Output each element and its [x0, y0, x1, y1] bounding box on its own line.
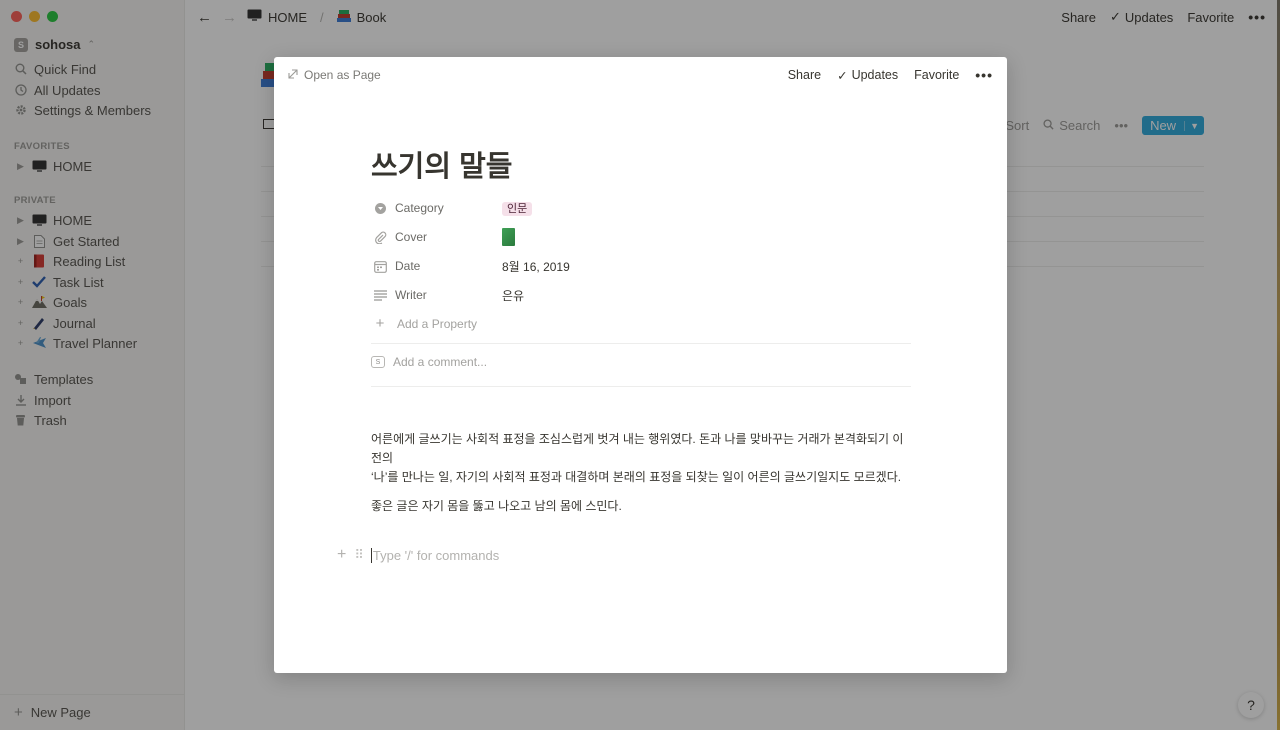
divider: [371, 386, 911, 387]
avatar-icon: S: [371, 356, 385, 368]
property-value[interactable]: 인문: [502, 200, 533, 216]
empty-block[interactable]: + ⠿ Type '/' for commands: [337, 546, 499, 564]
paragraph-line: 어른에게 글쓰기는 사회적 표정을 조심스럽게 벗겨 내는 행위였다. 돈과 나…: [371, 432, 904, 465]
divider: [371, 343, 911, 344]
favorite-button[interactable]: Favorite: [914, 68, 959, 82]
text-lines-icon: [371, 286, 389, 304]
modal-actions: Share ✓ Updates Favorite •••: [788, 57, 993, 93]
property-name: Writer: [395, 288, 427, 302]
add-comment-placeholder: Add a comment...: [393, 355, 488, 369]
command-placeholder[interactable]: Type '/' for commands: [370, 547, 500, 563]
property-value[interactable]: [502, 228, 515, 246]
more-options-icon[interactable]: •••: [975, 67, 993, 83]
property-name: Date: [395, 259, 421, 273]
paragraph-block[interactable]: 어른에게 글쓰기는 사회적 표정을 조심스럽게 벗겨 내는 행위였다. 돈과 나…: [371, 430, 911, 487]
add-property-label: Add a Property: [397, 316, 478, 331]
updates-label: Updates: [851, 68, 899, 82]
property-value[interactable]: 은유: [502, 287, 524, 304]
add-property-button[interactable]: + Add a Property: [371, 315, 477, 332]
drag-handle-icon[interactable]: ⠿: [354, 547, 363, 563]
open-as-page-button[interactable]: Open as Page: [288, 68, 381, 82]
plus-icon: +: [375, 315, 385, 332]
property-name: Category: [395, 201, 444, 215]
calendar-icon: [371, 257, 389, 275]
property-name: Cover: [395, 230, 428, 244]
share-button[interactable]: Share: [788, 68, 821, 82]
property-cover[interactable]: Cover: [371, 227, 911, 247]
text-caret: [370, 547, 372, 563]
open-as-page-label: Open as Page: [304, 68, 381, 82]
updates-button[interactable]: ✓ Updates: [837, 68, 898, 83]
expand-icon: [288, 68, 298, 82]
paragraph-block[interactable]: 좋은 글은 자기 몸을 뚫고 나오고 남의 몸에 스민다.: [371, 497, 911, 516]
select-property-icon: [371, 199, 389, 217]
property-writer[interactable]: Writer 은유: [371, 285, 911, 305]
page-title[interactable]: 쓰기의 말들: [371, 143, 512, 185]
modal-header: Open as Page Share ✓ Updates Favorite ••…: [274, 57, 1007, 93]
property-category[interactable]: Category 인문: [371, 198, 911, 218]
property-value[interactable]: 8월 16, 2019: [502, 258, 570, 275]
add-block-icon[interactable]: +: [337, 546, 346, 564]
property-date[interactable]: Date 8월 16, 2019: [371, 256, 911, 276]
page-peek-modal: Open as Page Share ✓ Updates Favorite ••…: [274, 57, 1007, 673]
paperclip-icon: [371, 228, 389, 246]
command-placeholder-text: Type '/' for commands: [372, 547, 500, 563]
checkmark-icon: ✓: [837, 68, 848, 83]
add-comment-input[interactable]: S Add a comment...: [371, 355, 487, 369]
category-tag: 인문: [502, 202, 533, 216]
cover-image-thumbnail[interactable]: [502, 228, 515, 246]
paragraph-line: ‘나’를 만나는 일, 자기의 사회적 표정과 대결하며 본래의 표정을 되찾는…: [371, 470, 902, 484]
